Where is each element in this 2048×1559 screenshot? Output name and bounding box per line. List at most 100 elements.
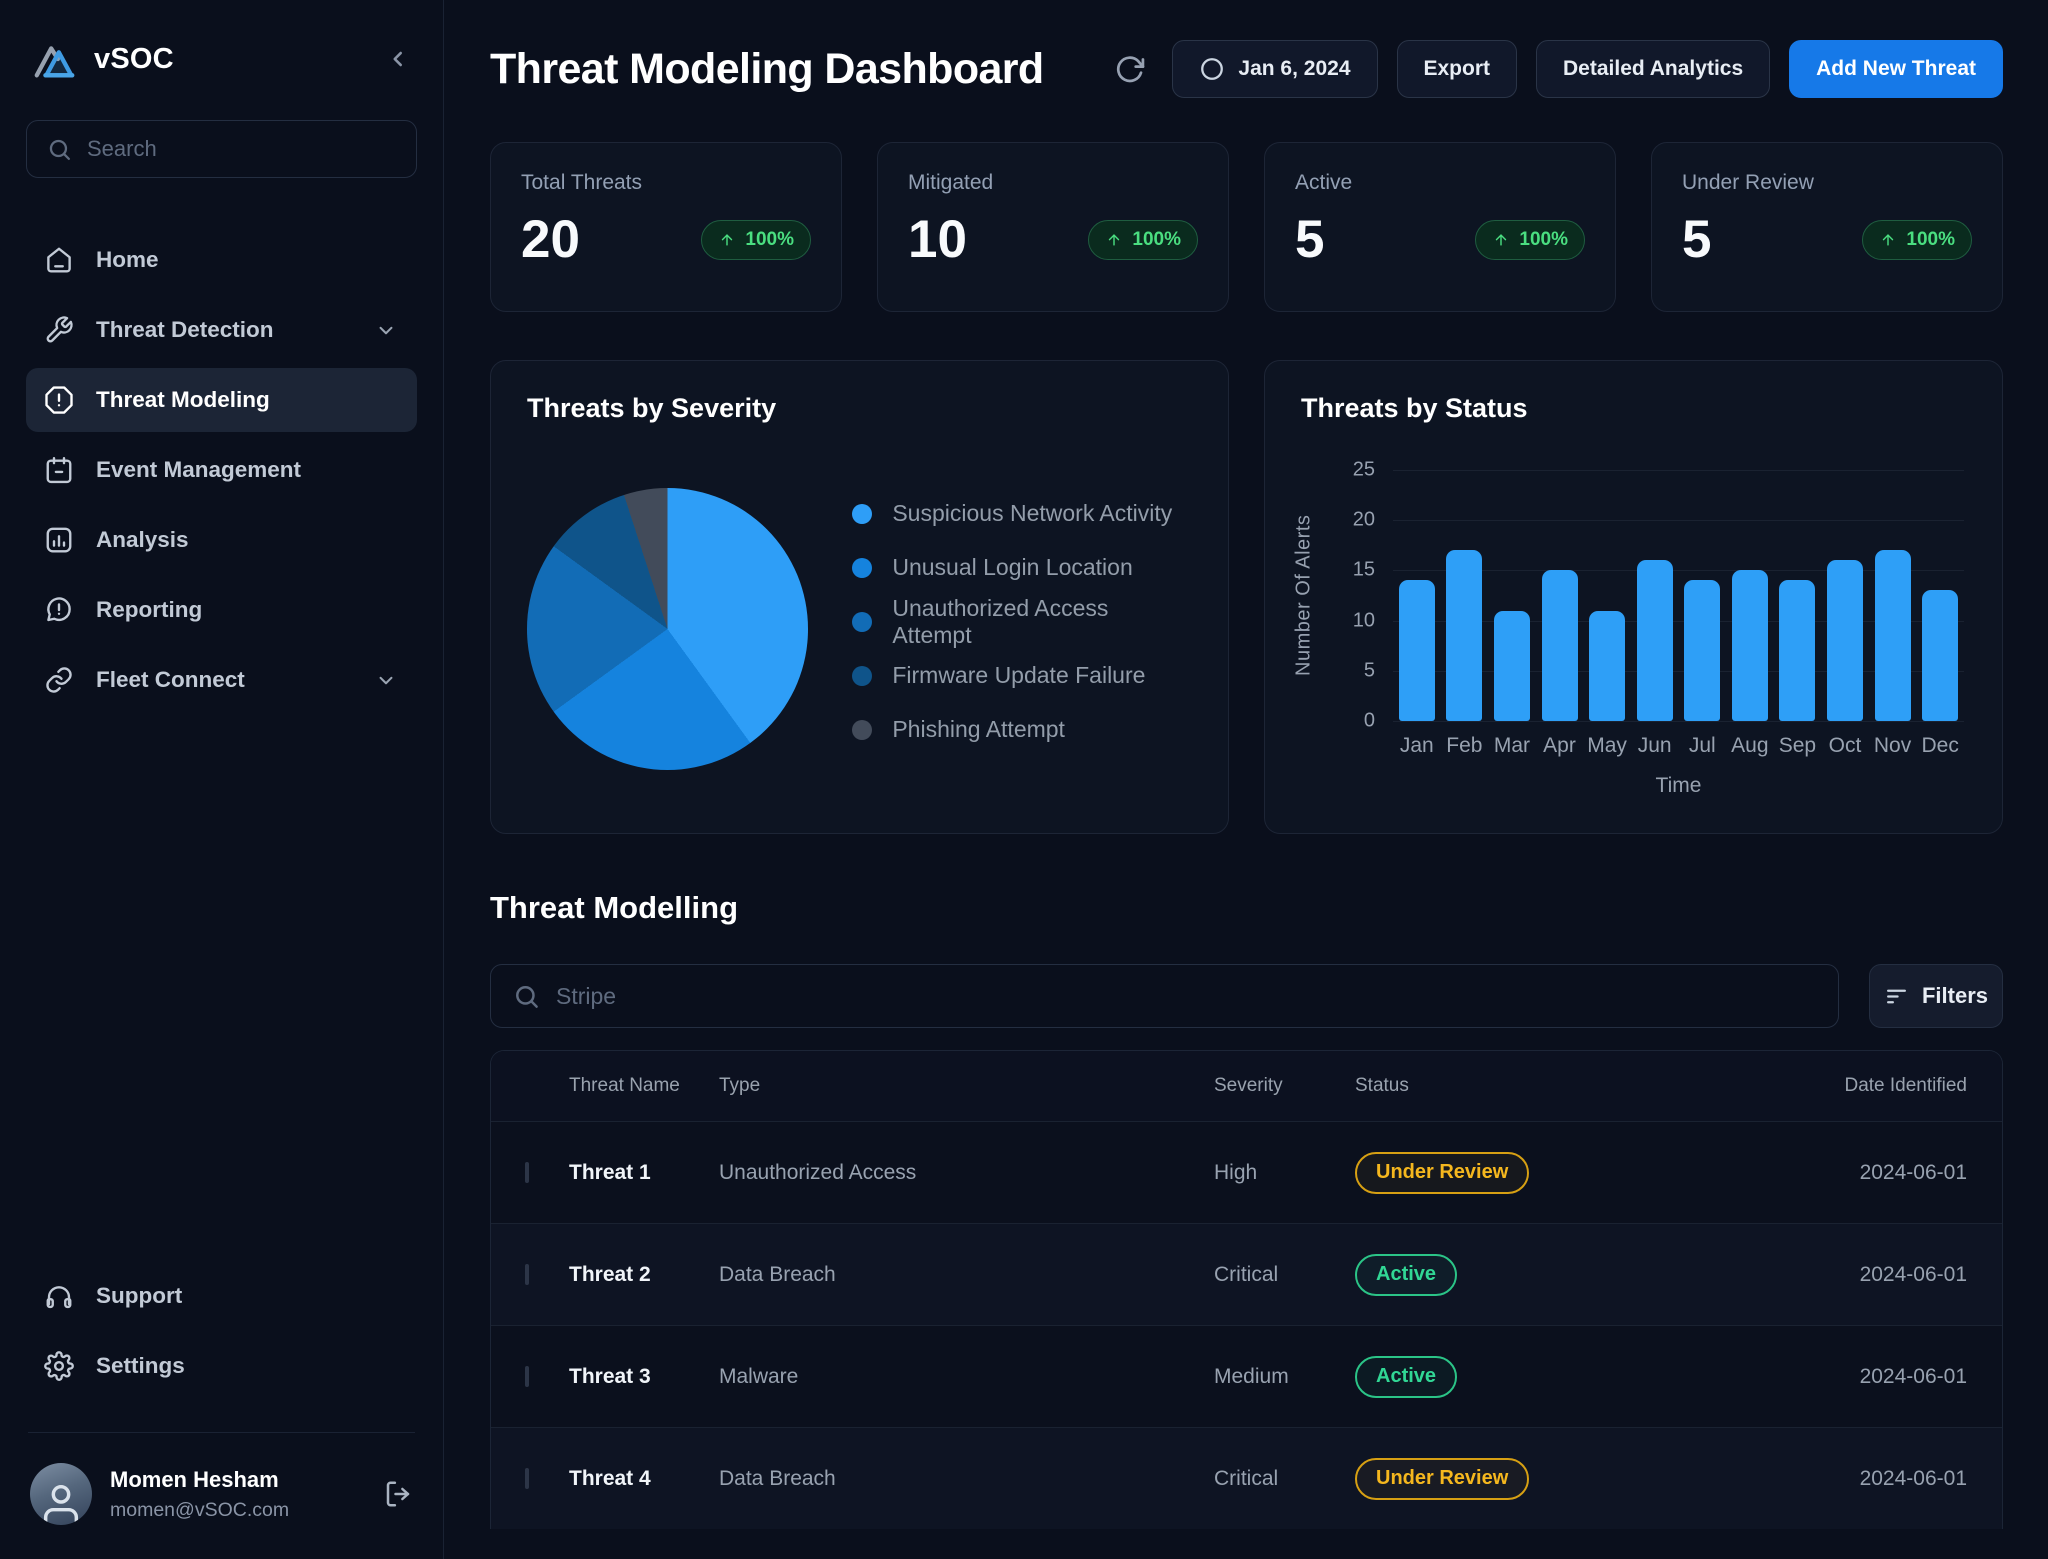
x-tick-label: Jul — [1678, 734, 1726, 758]
message-alert-icon — [44, 595, 74, 625]
stat-delta-badge: 100% — [701, 220, 811, 260]
export-button[interactable]: Export — [1397, 40, 1518, 98]
table-row-threat-1[interactable]: Threat 1Unauthorized AccessHighUnder Rev… — [491, 1121, 2002, 1223]
logo-row: vSOC — [26, 36, 417, 82]
stat-delta-value: 100% — [1906, 229, 1955, 251]
link-icon — [44, 665, 74, 695]
bar-jun — [1637, 560, 1673, 721]
table-toolbar: Filters — [490, 964, 2003, 1028]
row-checkbox[interactable] — [525, 1366, 529, 1387]
legend-item: Unauthorized Access Attempt — [852, 608, 1192, 635]
legend-label: Unauthorized Access Attempt — [892, 595, 1192, 649]
threat-modelling-heading: Threat Modelling — [490, 890, 2003, 926]
table-row-threat-4[interactable]: Threat 4Data BreachCriticalUnder Review2… — [491, 1427, 2002, 1529]
bar-mar — [1494, 611, 1530, 721]
bar-chart-icon — [44, 525, 74, 555]
stat-label: Mitigated — [908, 171, 1198, 195]
sidebar-item-analysis[interactable]: Analysis — [26, 508, 417, 572]
bar-chart-x-ticks: JanFebMarAprMayJunJulAugSepOctNovDec — [1393, 734, 1964, 758]
sidebar-item-label: Event Management — [96, 457, 301, 483]
stat-card-total-threats: Total Threats20100% — [490, 142, 842, 312]
sidebar-search-input[interactable] — [87, 136, 396, 162]
sidebar-item-event-management[interactable]: Event Management — [26, 438, 417, 502]
sidebar-item-threat-modeling[interactable]: Threat Modeling — [26, 368, 417, 432]
y-tick-label: 10 — [1353, 609, 1375, 632]
sidebar-footer-nav: Support Settings — [26, 1264, 417, 1398]
severity-pie-chart — [527, 488, 808, 770]
sidebar-item-label: Settings — [96, 1353, 185, 1379]
sidebar-collapse-button[interactable] — [385, 46, 411, 72]
stat-value: 10 — [908, 209, 967, 270]
stat-label: Total Threats — [521, 171, 811, 195]
table-header-row: Threat NameTypeSeverityStatusDate Identi… — [491, 1051, 2002, 1121]
sidebar-search-box[interactable] — [26, 120, 417, 178]
sidebar-item-label: Threat Modeling — [96, 387, 270, 413]
status-bar-chart: Number Of Alerts 0510152025 JanFebMarApr… — [1301, 442, 1966, 814]
table-row-threat-2[interactable]: Threat 2Data BreachCriticalActive2024-06… — [491, 1223, 2002, 1325]
x-tick-label: Jun — [1631, 734, 1679, 758]
x-tick-label: Feb — [1441, 734, 1489, 758]
user-meta: Momen Hesham momen@vSOC.com — [110, 1467, 289, 1522]
bar-sep — [1779, 580, 1815, 721]
row-checkbox[interactable] — [525, 1162, 529, 1183]
table-row-threat-3[interactable]: Threat 3MalwareMediumActive2024-06-01 — [491, 1325, 2002, 1427]
detailed-analytics-button[interactable]: Detailed Analytics — [1536, 40, 1770, 98]
sidebar-item-fleet-connect[interactable]: Fleet Connect — [26, 648, 417, 712]
stat-card-mitigated: Mitigated10100% — [877, 142, 1229, 312]
stat-delta-value: 100% — [1519, 229, 1568, 251]
y-tick-label: 0 — [1364, 710, 1375, 733]
row-checkbox[interactable] — [525, 1468, 529, 1489]
legend-label: Phishing Attempt — [892, 716, 1065, 743]
chevron-down-icon — [373, 317, 399, 343]
column-header-date-identified: Date Identified — [1729, 1075, 1967, 1097]
threats-table: Threat NameTypeSeverityStatusDate Identi… — [490, 1050, 2003, 1529]
stats-row: Total Threats20100% Mitigated 10 100% Active… — [490, 142, 2003, 312]
table-search-box[interactable] — [490, 964, 1839, 1028]
bar-jul — [1684, 580, 1720, 721]
legend-dot — [852, 612, 872, 632]
user-profile[interactable]: Momen Hesham momen@vSOC.com — [26, 1463, 417, 1525]
alert-octagon-icon — [44, 385, 74, 415]
bar-chart-plot-area: 0510152025 — [1393, 470, 1964, 721]
stat-value: 5 — [1682, 209, 1711, 270]
date-identified: 2024-06-01 — [1729, 1365, 1967, 1389]
x-tick-label: Mar — [1488, 734, 1536, 758]
date-identified: 2024-06-01 — [1729, 1263, 1967, 1287]
arrow-up-icon — [1492, 231, 1510, 249]
stat-label: Active — [1295, 171, 1585, 195]
row-checkbox[interactable] — [525, 1264, 529, 1285]
bar-oct — [1827, 560, 1863, 721]
sidebar-item-reporting[interactable]: Reporting — [26, 578, 417, 642]
y-tick-label: 20 — [1353, 509, 1375, 532]
table-search-input[interactable] — [556, 983, 1816, 1010]
bar-dec — [1922, 590, 1958, 721]
sidebar-item-label: Fleet Connect — [96, 667, 245, 693]
date-picker-button[interactable]: Jan 6, 2024 — [1172, 40, 1377, 98]
sidebar-item-settings[interactable]: Settings — [26, 1334, 417, 1398]
column-header-severity: Severity — [1214, 1075, 1355, 1097]
sidebar-item-label: Threat Detection — [96, 317, 274, 343]
y-tick-label: 25 — [1353, 459, 1375, 482]
sidebar: vSOC Home Threat Detection Threat Modeling… — [0, 0, 444, 1559]
sidebar-item-home[interactable]: Home — [26, 228, 417, 292]
sidebar-item-label: Analysis — [96, 527, 189, 553]
sidebar-item-label: Reporting — [96, 597, 202, 623]
clock-circle-icon — [1199, 56, 1225, 82]
threat-type: Unauthorized Access — [719, 1161, 1214, 1185]
threat-name: Threat 3 — [569, 1365, 719, 1389]
threat-name: Threat 1 — [569, 1161, 719, 1185]
main-content: Threat Modeling Dashboard Jan 6, 2024 Ex… — [444, 0, 2048, 1559]
threats-by-severity-card: Threats by Severity Suspicious Network A… — [490, 360, 1229, 834]
sidebar-item-support[interactable]: Support — [26, 1264, 417, 1328]
stat-delta-badge: 100% — [1862, 220, 1972, 260]
sidebar-item-threat-detection[interactable]: Threat Detection — [26, 298, 417, 362]
add-new-threat-button[interactable]: Add New Threat — [1789, 40, 2003, 98]
refresh-button[interactable] — [1114, 54, 1145, 85]
app-title: vSOC — [94, 43, 174, 76]
calendar-minus-icon — [44, 455, 74, 485]
stat-delta-badge: 100% — [1475, 220, 1585, 260]
filters-button[interactable]: Filters — [1869, 964, 2003, 1028]
logout-button[interactable] — [383, 1479, 413, 1509]
column-header-threat-name: Threat Name — [569, 1075, 719, 1097]
bar-aug — [1732, 570, 1768, 721]
